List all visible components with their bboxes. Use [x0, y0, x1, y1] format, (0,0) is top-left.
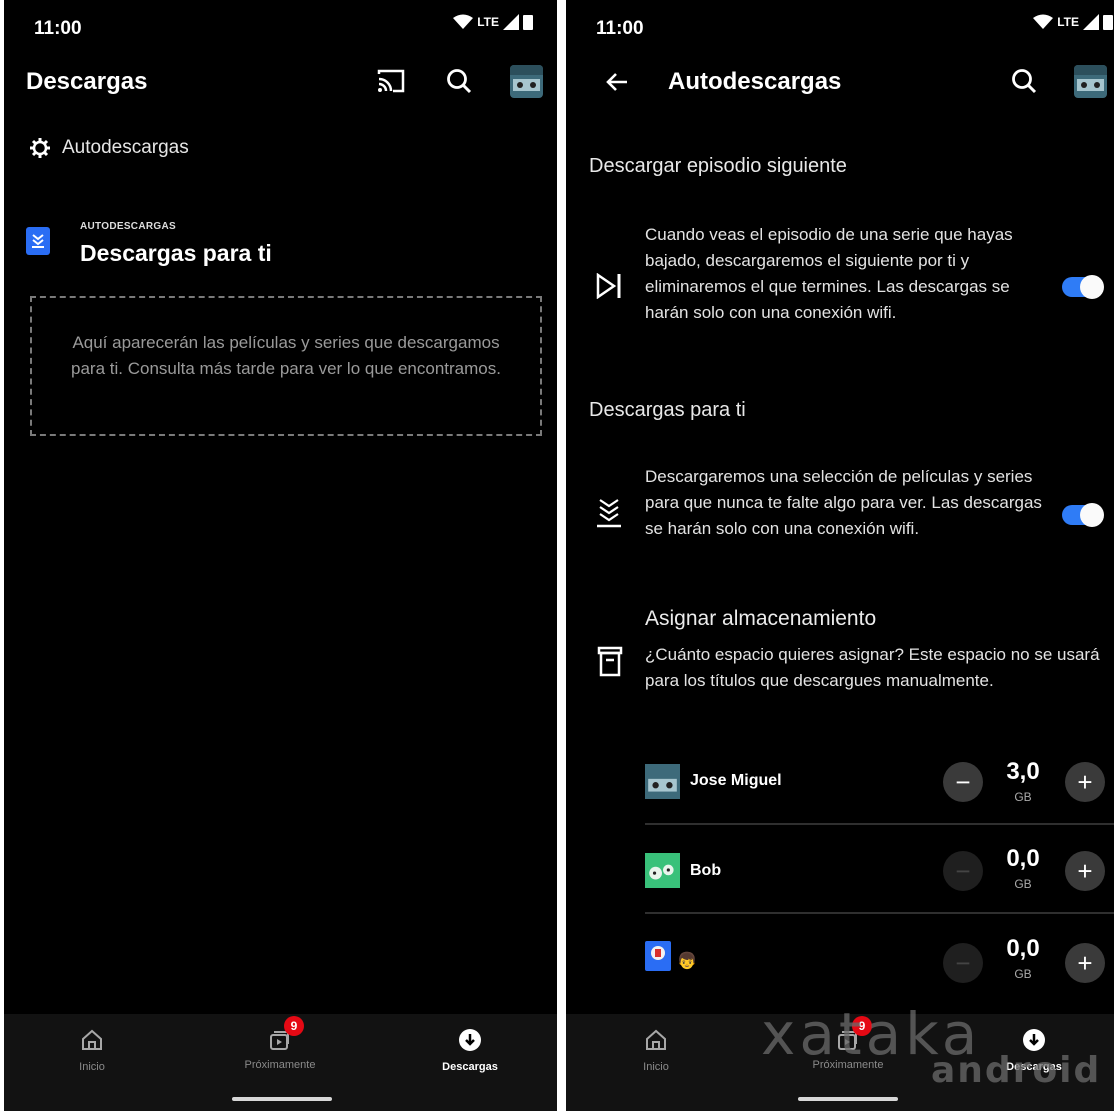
profile-row-kids: 👦 − 0,0 GB + [645, 935, 1114, 995]
child-emoji-icon: 👦 [677, 953, 697, 970]
section-next-episode-title: Descargar episodio siguiente [589, 155, 847, 177]
section-downloads-for-you-title: Descargas para ti [589, 399, 746, 421]
decrease-button[interactable]: − [943, 851, 983, 891]
empty-message: Aquí aparecerán las películas y series q… [71, 333, 501, 378]
page-title: Autodescargas [668, 68, 842, 95]
downloads-screen: 11:00 LTE Descargas Autodescargas AUTODE… [4, 0, 557, 1111]
cast-icon[interactable] [373, 64, 409, 98]
increase-button[interactable]: + [1065, 943, 1105, 983]
decrease-button[interactable]: − [943, 762, 983, 802]
status-icons: LTE [1033, 14, 1113, 30]
nav-downloads-label: Descargas [442, 1061, 498, 1073]
signal-icon [503, 14, 519, 30]
divider [645, 823, 1114, 825]
card-title: Descargas para ti [80, 240, 272, 266]
storage-box-icon [597, 646, 623, 677]
home-icon [82, 1029, 102, 1050]
nav-coming-soon[interactable]: 9 Próximamente [220, 1016, 340, 1071]
next-episode-toggle[interactable] [1062, 274, 1106, 300]
profile-avatar-kids [645, 941, 671, 971]
notification-badge: 9 [284, 1016, 304, 1036]
downloads-icon [459, 1029, 481, 1051]
network-type: LTE [1057, 15, 1079, 29]
decrease-button[interactable]: − [943, 943, 983, 983]
empty-downloads-box: Aquí aparecerán las películas y series q… [30, 296, 542, 436]
nav-downloads[interactable]: Descargas [410, 1028, 530, 1073]
page-title: Descargas [26, 68, 148, 95]
profile-name: Jose Miguel [690, 772, 782, 789]
storage-title: Asignar almacenamiento [645, 607, 877, 630]
next-episode-icon [596, 273, 621, 299]
download-for-you-icon [597, 499, 621, 528]
signal-icon [1083, 14, 1099, 30]
profile-avatar[interactable] [510, 65, 543, 98]
autodownloads-link[interactable]: Autodescargas [30, 137, 189, 159]
storage-unit: GB [1014, 877, 1032, 891]
autodownloads-label: Autodescargas [62, 137, 189, 158]
status-time: 11:00 [596, 18, 644, 39]
gear-icon [30, 138, 50, 158]
back-arrow-icon[interactable] [602, 68, 632, 96]
nav-home-label: Inicio [79, 1061, 105, 1073]
download-for-you-icon [26, 227, 50, 255]
storage-value: 0,0 [1006, 845, 1040, 872]
profile-avatar-bob [645, 853, 680, 888]
home-icon [646, 1029, 666, 1050]
divider [645, 912, 1114, 914]
storage-unit: GB [1014, 790, 1032, 804]
nav-home-label: Inicio [643, 1061, 669, 1073]
autodownloads-screen: 11:00 LTE Autodescargas Descargar episod… [566, 0, 1114, 1111]
increase-button[interactable]: + [1065, 762, 1105, 802]
watermark-android: android [931, 1050, 1102, 1091]
profile-name: Bob [690, 862, 722, 879]
bottom-nav: Inicio 9 Próximamente Descargas [4, 1014, 557, 1111]
wifi-icon [1033, 14, 1054, 29]
section-next-episode-text: Cuando veas el episodio de una serie que… [645, 225, 1013, 322]
home-indicator [798, 1097, 898, 1101]
network-type: LTE [477, 15, 499, 29]
search-icon[interactable] [1006, 63, 1042, 99]
storage-unit: GB [1014, 967, 1032, 981]
downloads-icon [1023, 1029, 1045, 1051]
home-indicator [232, 1097, 332, 1101]
storage-text: ¿Cuánto espacio quieres asignar? Este es… [645, 645, 1100, 690]
downloads-for-you-toggle[interactable] [1062, 502, 1106, 528]
search-icon[interactable] [441, 63, 477, 99]
nav-home[interactable]: Inicio [596, 1028, 716, 1073]
storage-value: 0,0 [1006, 935, 1040, 962]
nav-coming-soon-label: Próximamente [244, 1059, 316, 1071]
storage-value: 3,0 [1006, 758, 1040, 785]
battery-icon [523, 15, 533, 30]
status-time: 11:00 [34, 18, 82, 39]
wifi-icon [453, 14, 474, 29]
profile-row-bob: Bob − 0,0 GB + [645, 845, 1114, 905]
increase-button[interactable]: + [1065, 851, 1105, 891]
nav-home[interactable]: Inicio [32, 1028, 152, 1073]
profile-avatar-jose [645, 764, 680, 799]
section-downloads-for-you-text: Descargaremos una selección de películas… [645, 467, 1042, 538]
card-eyebrow: AUTODESCARGAS [80, 221, 176, 232]
profile-avatar[interactable] [1074, 65, 1107, 98]
battery-icon [1103, 15, 1113, 30]
status-icons: LTE [453, 14, 533, 30]
profile-row-jose: Jose Miguel − 3,0 GB + [645, 758, 1114, 818]
